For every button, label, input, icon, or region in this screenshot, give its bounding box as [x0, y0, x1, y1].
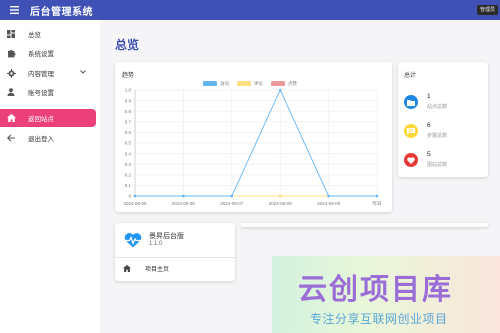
sidebar-item-label: 系统设置 — [28, 51, 54, 58]
stat-label: 图站总数 — [427, 162, 448, 168]
page-title: 总览 — [115, 38, 140, 52]
puzzle-icon — [6, 48, 16, 58]
totals-card: 总计 1 站点总数 6 步骤总数 5 图站总数 — [398, 62, 488, 177]
project-homepage-label: 项目主页 — [145, 266, 170, 273]
data-point — [278, 88, 282, 92]
sidebar-item-label: 内容管理 — [28, 71, 54, 78]
sidebar-item-system-settings[interactable]: 系统设置 — [0, 44, 96, 62]
home-icon — [6, 113, 16, 123]
app-name: 景昇后台版 — [149, 233, 184, 240]
gear-icon — [6, 68, 16, 78]
sidebar: 总览 系统设置 内容管理 账号设置 返回站点 退出登入 — [0, 20, 100, 333]
watermark-title: 云创项目库 — [298, 274, 454, 306]
stat-item: 1 站点总数 — [404, 92, 484, 114]
y-tick-label: 0.9 — [125, 98, 132, 103]
sidebar-item-label: 账号设置 — [28, 90, 54, 97]
legend-label: 评论 — [254, 80, 263, 87]
empty-card — [241, 223, 488, 227]
y-tick-label: 0.7 — [125, 120, 132, 125]
y-tick-label: 0.6 — [125, 130, 132, 135]
x-tick-label: 2024-09-07 — [220, 201, 244, 206]
sidebar-item-return-site[interactable]: 返回站点 — [0, 109, 96, 127]
watermark-subtitle: 专注分享互联网创业项目 — [310, 312, 448, 326]
x-tick-label: 昨日 — [373, 200, 382, 207]
y-tick-label: 0.1 — [125, 183, 132, 188]
legend-label: 点赞 — [288, 80, 297, 87]
data-point — [278, 194, 282, 198]
stat-item: 5 图站总数 — [404, 150, 484, 172]
user-badge[interactable]: 管理员 — [476, 5, 498, 15]
y-tick-label: 0.2 — [125, 173, 132, 178]
x-tick-label: 2024-09-06 — [172, 201, 196, 206]
x-tick-label: 2024-09-09 — [317, 201, 341, 206]
legend-swatch — [237, 81, 251, 86]
chat-icon — [404, 124, 418, 138]
legend-label: 访问 — [220, 80, 229, 87]
sidebar-item-overview[interactable]: 总览 — [0, 25, 96, 43]
sidebar-item-logout[interactable]: 退出登入 — [0, 129, 96, 147]
data-point — [182, 194, 185, 198]
legend-swatch — [203, 81, 217, 86]
stat-label: 站点总数 — [427, 104, 448, 110]
heart-icon — [404, 153, 418, 167]
y-tick-label: 0.4 — [125, 151, 132, 156]
y-tick-label: 0 — [128, 194, 131, 199]
sidebar-item-label: 总览 — [28, 32, 41, 39]
sidebar-item-label: 退出登入 — [28, 136, 54, 143]
arrow-left-icon — [6, 133, 16, 143]
y-tick-label: 0.3 — [125, 162, 132, 167]
top-app-bar: 后台管理系统 管理员 — [0, 0, 500, 20]
chevron-down-icon[interactable] — [80, 69, 86, 76]
stat-value: 1 — [427, 93, 431, 100]
stat-value: 5 — [427, 151, 431, 158]
divider — [115, 257, 235, 258]
y-tick-label: 1.0 — [125, 88, 132, 93]
x-tick-label: 2024-09-08 — [269, 201, 293, 206]
dashboard-icon — [6, 29, 16, 39]
menu-icon[interactable] — [4, 0, 24, 20]
y-tick-label: 0.8 — [125, 109, 132, 114]
legend-swatch — [271, 81, 285, 86]
person-icon — [6, 87, 16, 97]
heartbeat-logo-icon — [124, 232, 142, 253]
app-info-card: 景昇后台版 1.1.0 项目主页 — [115, 223, 235, 281]
totals-card-title: 总计 — [404, 73, 417, 79]
trend-chart: 0 0.1 0.2 0.3 0.4 0.5 0.6 0.7 0.8 0.9 1.0 2024-09-0… — [123, 80, 382, 207]
home-icon — [123, 264, 131, 272]
y-tick-label: 0.5 — [125, 141, 132, 146]
data-point — [230, 194, 234, 198]
sidebar-item-label: 返回站点 — [28, 116, 54, 123]
folder-icon — [404, 95, 418, 109]
app-version: 1.1.0 — [149, 241, 163, 247]
sidebar-item-account-settings[interactable]: 账号设置 — [0, 83, 96, 101]
project-homepage-link[interactable]: 项目主页 — [115, 261, 235, 275]
x-tick-label: 2024-09-05 — [123, 201, 147, 206]
data-point — [375, 194, 379, 198]
data-point — [327, 194, 330, 198]
data-point — [133, 194, 137, 198]
stat-label: 步骤总数 — [427, 133, 448, 139]
sidebar-item-content-management[interactable]: 内容管理 — [0, 64, 96, 82]
app-title: 后台管理系统 — [30, 6, 93, 18]
watermark-banner: 云创项目库 专注分享互联网创业项目 — [272, 256, 500, 333]
trend-chart-card: 趋势 0 0.1 0.2 0.3 0.4 0.5 0.6 0.7 0.8 0.9 1.0 2024-0… — [115, 62, 392, 212]
stat-value: 6 — [427, 122, 431, 129]
stat-item: 6 步骤总数 — [404, 121, 484, 143]
